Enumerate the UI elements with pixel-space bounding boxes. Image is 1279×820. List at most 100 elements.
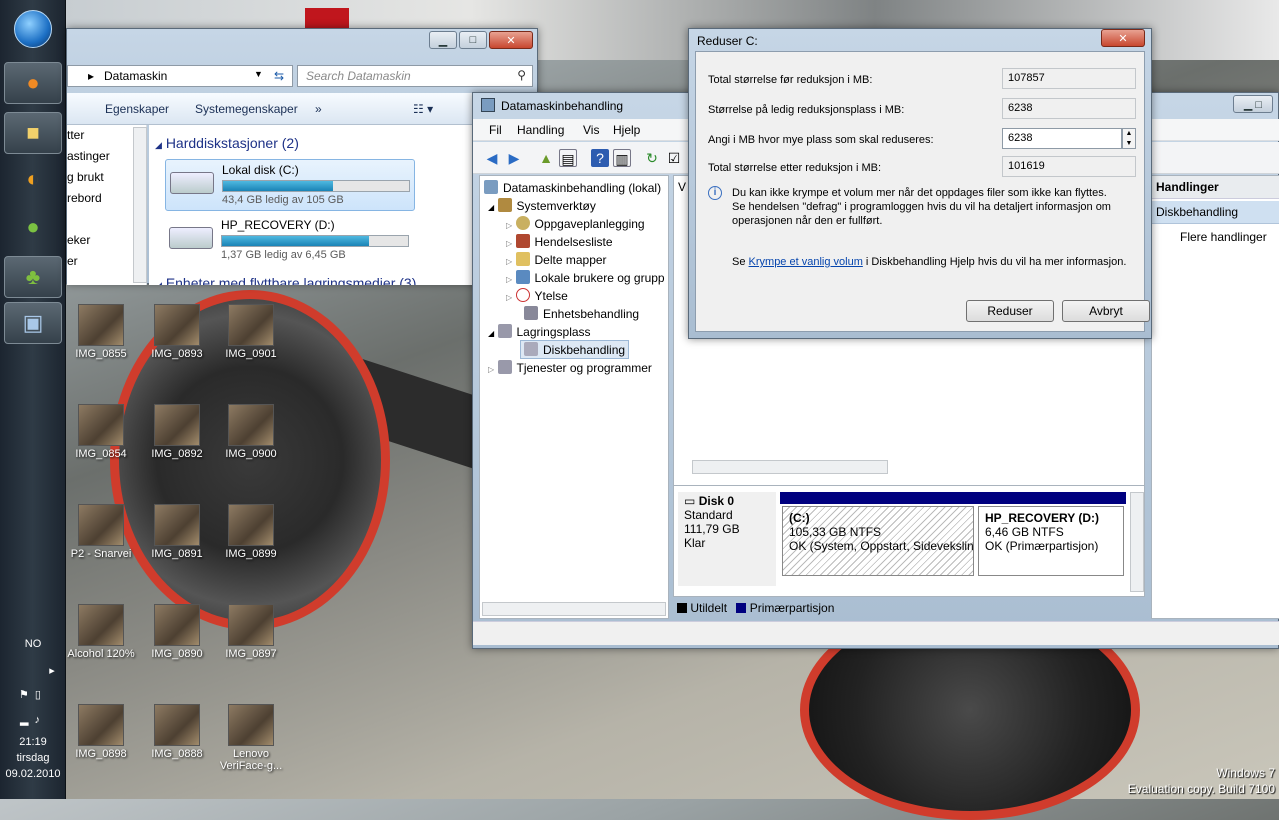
desktop-icon[interactable]: IMG_0890 bbox=[140, 604, 214, 660]
address-bar[interactable]: ▸ Datamaskin ▼ bbox=[67, 65, 293, 87]
shared-folder-icon bbox=[515, 252, 530, 266]
show-hide-tree-icon[interactable]: ▤ bbox=[559, 149, 577, 167]
show-hidden-icons[interactable]: ▸ bbox=[46, 664, 58, 677]
system-properties-button[interactable]: Systemegenskaper bbox=[195, 102, 298, 116]
desktop-icon-label: IMG_0892 bbox=[151, 448, 203, 460]
firefox-taskbar-button[interactable]: ● bbox=[4, 62, 62, 104]
messenger-taskbar-button[interactable]: ♣ bbox=[4, 256, 62, 298]
menu-action[interactable]: Handling bbox=[517, 123, 564, 137]
menu-file[interactable]: Fil bbox=[489, 123, 502, 137]
properties-button[interactable]: Egenskaper bbox=[105, 102, 169, 116]
desktop-icon-label: IMG_0898 bbox=[75, 748, 127, 760]
minimize-button[interactable]: ▁ bbox=[429, 31, 457, 49]
drive-c[interactable]: Lokal disk (C:) 43,4 GB ledig av 105 GB bbox=[165, 159, 415, 211]
tree-services[interactable]: ▷ Tjenester og programmer bbox=[488, 360, 652, 375]
disk-0-info[interactable]: ▭ Disk 0 Standard 111,79 GB Klar bbox=[678, 492, 776, 586]
refresh-icon[interactable]: ↻ bbox=[643, 149, 661, 167]
address-text: Datamaskin bbox=[104, 69, 168, 83]
search-input[interactable]: Search Datamaskin ⚲ bbox=[297, 65, 533, 87]
tree-device-manager[interactable]: Enhetsbehandling bbox=[524, 306, 639, 321]
chevron-down-icon[interactable]: ▼ bbox=[254, 69, 263, 79]
desktop-icon[interactable]: IMG_0897 bbox=[214, 604, 288, 660]
close-button[interactable]: ✕ bbox=[1101, 29, 1145, 47]
computer-management-taskbar-button[interactable]: ▣ bbox=[4, 302, 62, 344]
clock-time[interactable]: 21:19 bbox=[0, 736, 66, 748]
desktop-icon[interactable]: IMG_0892 bbox=[140, 404, 214, 460]
column-header[interactable]: V bbox=[678, 180, 686, 194]
desktop-icon[interactable]: IMG_0898 bbox=[64, 704, 138, 760]
up-icon[interactable]: ▲ bbox=[537, 149, 555, 167]
media-taskbar-button[interactable]: ◐ bbox=[4, 158, 62, 200]
search-icon[interactable]: ⚲ bbox=[517, 68, 526, 82]
clock-day[interactable]: tirsdag bbox=[0, 752, 66, 764]
image-thumbnail-icon bbox=[228, 304, 274, 346]
tree-disk-management[interactable]: Diskbehandling bbox=[520, 340, 630, 359]
desktop-icon[interactable]: Alcohol 120% bbox=[64, 604, 138, 660]
drive-d[interactable]: HP_RECOVERY (D:) 1,37 GB ledig av 6,45 G… bbox=[165, 215, 415, 267]
desktop-icon[interactable]: IMG_0900 bbox=[214, 404, 288, 460]
actions-section[interactable]: Diskbehandling bbox=[1152, 201, 1279, 224]
tree-performance[interactable]: ▷ Ytelse bbox=[506, 288, 568, 303]
desktop-icon[interactable]: IMG_0901 bbox=[214, 304, 288, 360]
tree-event-viewer[interactable]: ▷ Hendelsesliste bbox=[506, 234, 613, 249]
desktop-icon[interactable]: IMG_0854 bbox=[64, 404, 138, 460]
back-icon[interactable]: ◀ bbox=[483, 149, 501, 167]
shrink-button[interactable]: Reduser bbox=[966, 300, 1054, 322]
tree-root[interactable]: Datamaskinbehandling (lokal) bbox=[484, 180, 661, 195]
cancel-button[interactable]: Avbryt bbox=[1062, 300, 1150, 322]
spin-buttons[interactable]: ▲ ▼ bbox=[1122, 128, 1136, 149]
desktop-icon[interactable]: IMG_0855 bbox=[64, 304, 138, 360]
tree-shared-folders[interactable]: ▷ Delte mapper bbox=[506, 252, 607, 267]
partition-d[interactable]: HP_RECOVERY (D:) 6,46 GB NTFS OK (Primær… bbox=[976, 492, 1126, 582]
view-options-icon[interactable]: ☷ ▾ bbox=[413, 102, 433, 116]
action-pane-icon[interactable]: ▥ bbox=[613, 149, 631, 167]
tree-system-tools[interactable]: ◢ Systemverktøy bbox=[488, 198, 596, 213]
nav-scrollbar[interactable] bbox=[133, 127, 147, 283]
desktop-icon-label: IMG_0890 bbox=[151, 648, 203, 660]
hard-drive-icon bbox=[170, 172, 214, 194]
shrink-amount-input[interactable]: 6238 bbox=[1002, 128, 1122, 149]
desktop-icon[interactable]: P2 - Snarvei bbox=[64, 504, 138, 560]
desktop-icon[interactable]: IMG_0888 bbox=[140, 704, 214, 760]
tree-local-users[interactable]: ▷ Lokale brukere og grupp bbox=[506, 270, 665, 285]
maximize-button[interactable]: □ bbox=[459, 31, 487, 49]
desktop-icon[interactable]: IMG_0891 bbox=[140, 504, 214, 560]
disk-view-scrollbar[interactable] bbox=[1130, 492, 1144, 592]
more-commands-button[interactable]: » bbox=[315, 102, 322, 116]
forward-icon[interactable]: ▶ bbox=[505, 149, 523, 167]
total-after-value: 101619 bbox=[1002, 156, 1136, 177]
volume-list-hscroll[interactable] bbox=[692, 460, 888, 474]
tree-task-scheduler[interactable]: ▷ Oppgaveplanlegging bbox=[506, 216, 645, 231]
menu-help[interactable]: Hjelp bbox=[613, 123, 640, 137]
watermark-line-2: Evaluation copy. Build 7100 bbox=[1127, 782, 1275, 796]
more-actions[interactable]: Flere handlinger bbox=[1152, 224, 1279, 244]
tree-storage[interactable]: ◢ Lagringsplass bbox=[488, 324, 591, 339]
info-text: Du kan ikke krympe et volum mer når det … bbox=[732, 187, 1111, 227]
hdd-section-header[interactable]: ◢ Harddiskstasjoner (2) bbox=[155, 135, 299, 151]
spotify-taskbar-button[interactable]: ● bbox=[4, 206, 62, 248]
watermark-line-1: Windows 7 bbox=[1216, 766, 1275, 780]
language-indicator[interactable]: NO bbox=[0, 638, 66, 650]
collapsed-icon: ▷ bbox=[506, 293, 513, 302]
close-button[interactable]: ✕ bbox=[489, 31, 533, 49]
network-volume-icons[interactable]: ▂♪ bbox=[10, 713, 56, 726]
start-button[interactable] bbox=[14, 10, 52, 48]
clock-date[interactable]: 09.02.2010 bbox=[0, 768, 66, 780]
desktop-icon[interactable]: IMG_0893 bbox=[140, 304, 214, 360]
properties-icon[interactable]: ☑ bbox=[665, 149, 683, 167]
tree-horizontal-scrollbar[interactable] bbox=[482, 602, 666, 616]
desktop-icon[interactable]: IMG_0899 bbox=[214, 504, 288, 560]
tray-icons[interactable]: ⚑▯ bbox=[10, 688, 56, 701]
desktop-icon[interactable]: Lenovo VeriFace-g... bbox=[214, 704, 288, 772]
refresh-icon[interactable]: ⇆ bbox=[269, 65, 289, 87]
help-icon[interactable]: ? bbox=[591, 149, 609, 167]
explorer-taskbar-button[interactable]: ■ bbox=[4, 112, 62, 154]
explorer-window: ▁ □ ✕ ▸ Datamaskin ▼ ⇆ Search Datamaskin… bbox=[66, 28, 538, 285]
partition-c[interactable]: (C:) 105,33 GB NTFS OK (System, Oppstart… bbox=[780, 492, 976, 582]
partition-d-body: HP_RECOVERY (D:) 6,46 GB NTFS OK (Primær… bbox=[978, 506, 1124, 576]
menu-view[interactable]: Vis bbox=[583, 123, 599, 137]
help-link[interactable]: Krympe et vanlig volum bbox=[749, 256, 863, 268]
minimize-button[interactable]: ▁ □ bbox=[1233, 95, 1273, 113]
image-thumbnail-icon bbox=[78, 304, 124, 346]
tools-icon bbox=[497, 198, 512, 212]
